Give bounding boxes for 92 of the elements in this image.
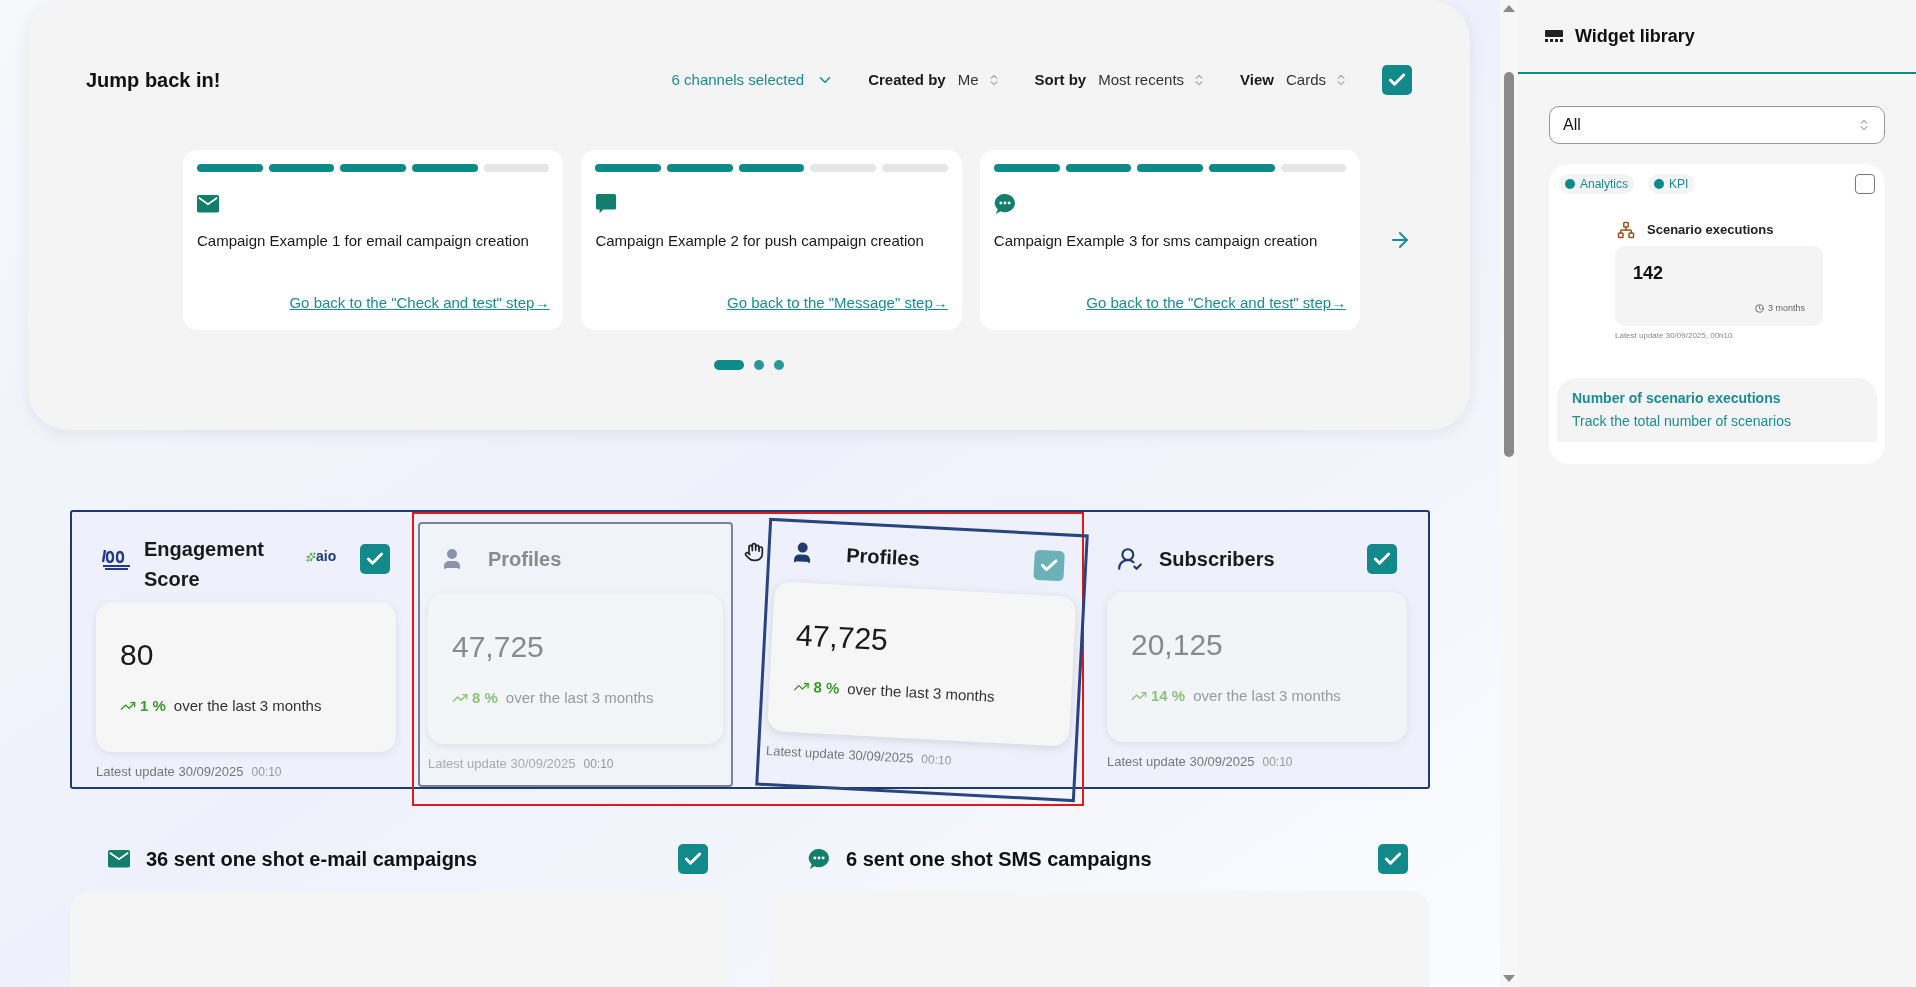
scroll-down-icon[interactable] xyxy=(1503,975,1515,983)
category-tag: KPI xyxy=(1648,174,1695,194)
progress-segment xyxy=(993,164,1060,172)
progress-segment xyxy=(1065,164,1132,172)
progress-segment xyxy=(738,164,805,172)
filter-select[interactable]: Me xyxy=(957,68,1001,92)
checkbox[interactable] xyxy=(1382,65,1412,95)
progress-segment xyxy=(340,164,407,172)
stat-value: 20,125 xyxy=(1131,627,1224,663)
progress-segment xyxy=(1137,164,1203,172)
preview-update: Latest update 30/09/2025, 00h10 xyxy=(1615,329,1734,342)
panel-title: Widget library xyxy=(1575,24,1695,48)
dragged-widget[interactable]: Profiles 47,725 8 % over the last 3 months Latest update 30/09/2025 00:10 xyxy=(755,517,1089,803)
progress-segment xyxy=(412,164,478,172)
checkbox[interactable] xyxy=(1855,174,1875,194)
resume-link[interactable]: Go back to the "Check and test" step→ xyxy=(1086,291,1347,314)
sparkle-icon xyxy=(306,551,316,562)
checkbox[interactable] xyxy=(678,844,708,874)
progress-segment xyxy=(595,164,662,172)
trend-text: over the last 3 months xyxy=(173,696,322,716)
section-title: Jump back in! xyxy=(86,68,221,93)
progress-segment xyxy=(882,164,948,172)
update-time: 00:10 xyxy=(920,751,952,770)
widget-title: Subscribers xyxy=(1159,547,1275,572)
campaign-card[interactable]: Campaign Example 3 for sms campaign creation Go back to the "Check and test" step→ xyxy=(979,150,1361,330)
grab-cursor-icon xyxy=(744,542,764,562)
checkbox[interactable] xyxy=(360,544,390,574)
description-text: Track the total number of scenarios xyxy=(1572,411,1792,431)
update-date: Latest update 30/09/2025 xyxy=(96,763,244,781)
campaign-card[interactable]: Campaign Example 1 for email campaign creation Go back to the "Check and test" step→ xyxy=(183,150,564,330)
scroll-up-icon[interactable] xyxy=(1503,4,1515,12)
filter-label: Sort by xyxy=(1034,69,1087,90)
progress-segment xyxy=(483,164,550,172)
checkbox[interactable] xyxy=(1378,844,1408,874)
campaign-title: Campaign Example 3 for sms campaign creation xyxy=(993,231,1319,251)
resume-link[interactable]: Go back to the "Message" step→ xyxy=(727,291,948,314)
sms-bubble-icon xyxy=(993,193,1016,215)
progress-segment xyxy=(197,164,263,172)
trend-text: over the last 3 months xyxy=(846,679,996,707)
stat-value: 80 xyxy=(120,637,155,673)
hierarchy-icon xyxy=(1617,220,1635,239)
widget-title: Profiles xyxy=(845,542,921,572)
filter-select[interactable]: Most recents xyxy=(1098,68,1207,92)
trend-value: 8 % xyxy=(472,688,498,708)
campaign-card[interactable]: Campaign Example 2 for push campaign creation Go back to the "Message" step→ xyxy=(581,150,962,330)
campaign-title: Campaign Example 2 for push campaign creation xyxy=(595,231,925,251)
stat-value: 47,725 xyxy=(794,617,890,659)
chat-bubble-icon xyxy=(595,193,618,215)
trend-value: 14 % xyxy=(1151,686,1186,706)
clock-icon xyxy=(1754,304,1764,314)
progress-segment xyxy=(667,164,733,172)
channel-dropdown[interactable]: 6 channels selected xyxy=(671,68,835,92)
section-title: 6 sent one shot SMS campaigns xyxy=(846,847,1152,872)
progress-segment xyxy=(810,164,877,172)
scrollbar-thumb[interactable] xyxy=(1504,72,1514,457)
description-heading: Number of scenario executions xyxy=(1572,388,1782,408)
section-title: 36 sent one shot e-mail campaigns xyxy=(146,847,478,872)
campaign-title: Campaign Example 1 for email campaign creation xyxy=(197,231,530,251)
update-time: 00:10 xyxy=(583,756,614,773)
stat-value: 47,725 xyxy=(452,629,545,665)
trend-text: over the last 3 months xyxy=(1193,686,1341,706)
trend-value: 8 % xyxy=(812,677,840,699)
progress-segment xyxy=(1280,164,1347,172)
preview-value: 142 xyxy=(1633,261,1665,285)
trend-value: 1 % xyxy=(140,696,166,716)
update-date: Latest update 30/09/2025 xyxy=(428,755,576,773)
update-date: Latest update 30/09/2025 xyxy=(1107,753,1255,771)
update-time: 00:10 xyxy=(251,764,282,781)
widget-title: Engagement Score xyxy=(144,537,266,592)
trend-text: over the last 3 months xyxy=(505,688,654,708)
category-tag: Analytics xyxy=(1559,174,1635,194)
update-date: Latest update 30/09/2025 xyxy=(765,741,914,768)
resume-link[interactable]: Go back to the "Check and test" step→ xyxy=(289,291,550,314)
library-widget-card[interactable]: Analytics KPI Scenario executions 142 3 months Latest update 30/09/2025, 00h10 Number of scenario executions Track the total number of scenarios xyxy=(1549,164,1885,464)
progress-segment xyxy=(268,164,335,172)
checkbox[interactable] xyxy=(1033,549,1065,582)
update-time: 00:10 xyxy=(1262,754,1293,771)
widget-icon xyxy=(1545,30,1563,42)
checkbox[interactable] xyxy=(1367,544,1397,574)
filter-select[interactable]: Cards xyxy=(1286,68,1348,92)
filter-label: View xyxy=(1240,69,1274,90)
envelope-icon xyxy=(108,850,130,868)
scrollbar[interactable] xyxy=(1500,0,1518,987)
filter-label: Created by xyxy=(868,69,946,90)
category-select[interactable]: All xyxy=(1549,106,1885,144)
envelope-icon xyxy=(197,195,219,213)
ai-label: aio xyxy=(316,547,337,566)
widget-name: Scenario executions xyxy=(1647,221,1774,239)
sms-bubble-icon xyxy=(808,848,830,870)
widget-title: Profiles xyxy=(488,547,562,572)
progress-segment xyxy=(1208,164,1275,172)
preview-period: 3 months xyxy=(1767,302,1805,315)
